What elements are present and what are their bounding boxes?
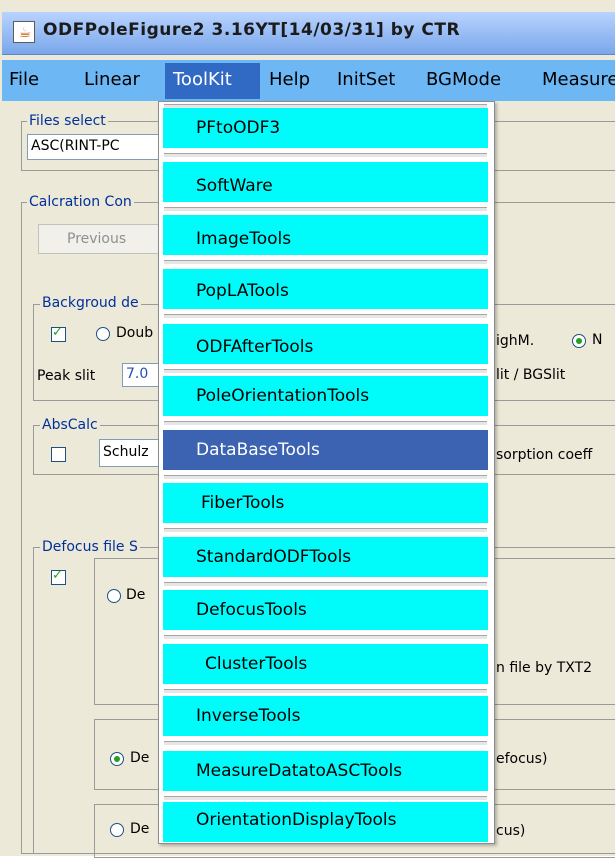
menu-item-label: PoleOrientationTools — [196, 386, 370, 406]
menu-measure[interactable]: Measure — [542, 68, 615, 92]
menu-bgmode[interactable]: BGMode — [426, 68, 501, 92]
menu-separator — [164, 421, 487, 426]
menu-item-label: StandardODFTools — [196, 547, 352, 567]
menu-initset[interactable]: InitSet — [337, 68, 395, 92]
menu-help[interactable]: Help — [269, 68, 310, 92]
menu-item-measuredatatoasctools[interactable]: MeasureDatatoASCTools — [163, 751, 488, 791]
menu-separator — [164, 260, 487, 265]
right-radio[interactable] — [572, 334, 586, 348]
defocus-option3-label: De — [130, 821, 150, 837]
menu-item-label: SoftWare — [196, 176, 273, 196]
abs-calc-checkbox[interactable] — [51, 447, 66, 462]
menu-item-label: PFtoODF3 — [196, 118, 281, 138]
abs-calc-method-select[interactable]: Schulz — [99, 439, 161, 467]
menu-item-label: ImageTools — [196, 229, 292, 249]
peak-slit-value: 7.0 — [126, 366, 149, 382]
window-title: ODFPoleFigure2 3.16YT[14/03/31] by CTR — [43, 20, 461, 40]
menu-separator — [164, 635, 487, 640]
menu-separator — [164, 369, 487, 374]
menu-item-poleorientationtools[interactable]: PoleOrientationTools — [163, 376, 488, 416]
files-select-field[interactable]: ASC(RINT-PC — [27, 134, 169, 160]
menu-item-imagetools[interactable]: ImageTools — [163, 215, 488, 255]
files-select-value: ASC(RINT-PC — [31, 138, 120, 154]
menu-item-clustertools[interactable]: ClusterTools — [163, 644, 488, 684]
menu-item-label: DefocusTools — [196, 600, 307, 620]
menu-separator — [164, 314, 487, 319]
menu-item-label: ClusterTools — [205, 654, 308, 674]
menu-item-standardodftools[interactable]: StandardODFTools — [163, 537, 488, 577]
menu-item-odfaftertools[interactable]: ODFAfterTools — [163, 324, 488, 364]
menu-item-label: FiberTools — [201, 493, 285, 513]
previous-button[interactable]: Previous — [38, 224, 161, 254]
menu-item-defocustools[interactable]: DefocusTools — [163, 590, 488, 630]
menu-item-label: OrientationDisplayTools — [196, 810, 397, 830]
peak-slit-input[interactable]: 7.0 — [122, 363, 160, 387]
files-select-label: Files select — [27, 112, 108, 130]
defocus-option1-radio[interactable] — [107, 589, 121, 603]
menu-item-fibertools[interactable]: FiberTools — [163, 483, 488, 523]
right-radio-label: N — [592, 332, 603, 348]
slit-ratio-label: lit / BGSlit — [496, 367, 566, 383]
defocus-checkbox[interactable] — [51, 568, 66, 585]
menu-separator — [164, 741, 487, 746]
java-cup-icon: ☕ — [18, 25, 32, 41]
menu-separator — [164, 528, 487, 533]
menu-separator — [164, 582, 487, 587]
menu-separator — [164, 475, 487, 480]
menu-separator — [164, 153, 487, 158]
defocus-option2-radio[interactable] — [110, 752, 124, 766]
defocus-option3-radio[interactable] — [110, 823, 124, 837]
menu-toolkit-label: ToolKit — [173, 69, 232, 90]
double-radio-label: Doub — [116, 325, 154, 341]
menu-item-pftoodf3[interactable]: PFtoODF3 — [163, 108, 488, 148]
calc-condition-label: Calcration Con — [27, 193, 134, 211]
menu-item-poplatools[interactable]: PopLATools — [163, 269, 488, 309]
menu-item-label: InverseTools — [196, 706, 301, 726]
menu-item-label: ODFAfterTools — [196, 337, 314, 357]
menu-linear[interactable]: Linear — [84, 68, 140, 92]
menu-item-orientationdisplaytools[interactable]: OrientationDisplayTools — [163, 802, 488, 842]
defocus-file-label: n file by TXT2 — [496, 660, 593, 676]
abs-calc-method-value: Schulz — [103, 444, 149, 460]
java-app-icon[interactable]: ☕ — [13, 21, 35, 43]
high-label: ighM. — [496, 333, 535, 349]
menu-item-label: DataBaseTools — [196, 440, 320, 460]
defocus-label: Defocus file S — [40, 538, 140, 556]
absorption-coeff-label: sorption coeff — [496, 447, 593, 463]
menu-separator — [164, 689, 487, 694]
double-radio[interactable] — [96, 327, 110, 341]
background-detect-checkbox[interactable] — [51, 325, 66, 342]
menu-separator — [164, 796, 487, 801]
menu-item-inversetools[interactable]: InverseTools — [163, 696, 488, 736]
abs-calc-label: AbsCalc — [40, 416, 100, 434]
previous-button-label: Previous — [67, 231, 127, 247]
defocus-option2-label: De — [130, 750, 150, 766]
menu-separator — [164, 207, 487, 212]
defocus-option1-label: De — [126, 587, 146, 603]
peak-slit-label: Peak slit — [37, 368, 96, 384]
menu-item-databasetools[interactable]: DataBaseTools — [163, 430, 488, 470]
menu-item-software[interactable]: SoftWare — [163, 162, 488, 202]
background-detect-label: Backgroud de — [40, 294, 141, 312]
menu-file[interactable]: File — [9, 68, 39, 92]
menu-item-label: MeasureDatatoASCTools — [196, 761, 403, 781]
defocus-option2-suffix: efocus) — [496, 751, 548, 767]
menu-item-label: PopLATools — [196, 281, 289, 301]
defocus-option3-suffix: cus) — [496, 823, 526, 839]
